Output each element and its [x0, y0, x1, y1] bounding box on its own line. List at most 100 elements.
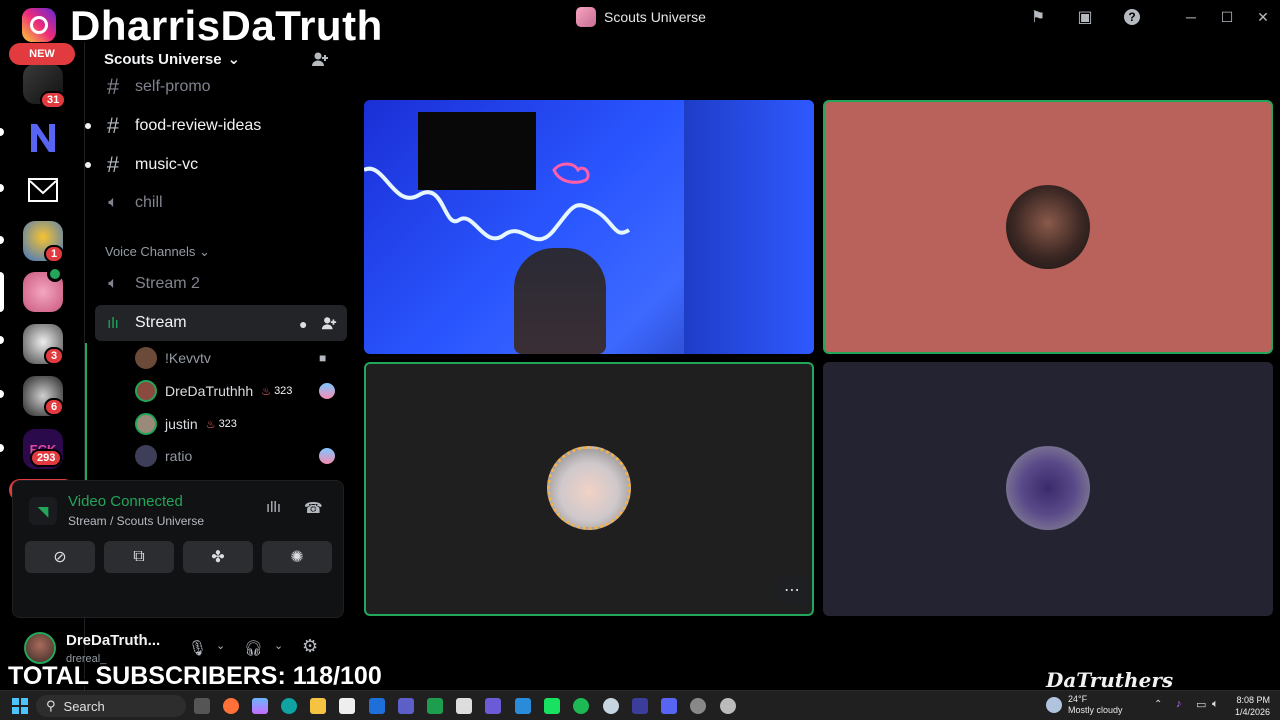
volume-icon[interactable]: 🔈︎ — [1212, 698, 1219, 711]
network-icon[interactable]: ▭ — [1196, 698, 1206, 711]
soundboard-icon: ✺ — [290, 549, 304, 566]
inbox-icon[interactable]: ▣ — [1074, 6, 1096, 28]
brand-watermark: DaTruthers — [1046, 668, 1174, 692]
mention-badge: 293 — [30, 449, 63, 467]
disconnect-icon[interactable]: ☎ — [304, 499, 323, 517]
voice-status[interactable]: Video Connected — [68, 493, 183, 510]
text-channel-icon: # — [106, 152, 120, 177]
server-name-header[interactable]: Scouts Universe ⌄ — [104, 50, 240, 69]
outlook-icon[interactable] — [369, 698, 385, 714]
minimize-button[interactable]: ─ — [1180, 6, 1202, 28]
voice-user-ratio[interactable]: ratio — [135, 442, 192, 470]
app-icon[interactable] — [456, 698, 472, 714]
file-explorer-icon[interactable] — [310, 698, 326, 714]
weather-desc: Mostly cloudy — [1068, 705, 1123, 715]
channel-chill[interactable]: 🔈︎ chill — [103, 187, 163, 219]
edge-icon[interactable] — [281, 698, 297, 714]
tray-chevron-icon[interactable]: ⌃ — [1154, 699, 1162, 710]
help-icon[interactable]: ? — [1121, 6, 1143, 28]
chat-bubble-icon[interactable]: ● — [299, 316, 307, 332]
video-tile-camera[interactable] — [364, 100, 814, 354]
voice-location[interactable]: Stream / Scouts Universe — [68, 514, 204, 528]
streak-count: 323 — [274, 385, 293, 397]
voice-channel-stream-2[interactable]: 🔈︎ Stream 2 — [103, 268, 200, 300]
unread-dot — [85, 123, 91, 129]
settings-gear-icon[interactable]: ⚙ — [302, 636, 318, 657]
chevron-down-icon[interactable]: ⌄ — [274, 639, 283, 652]
clock-time: 8:08 PM — [1236, 695, 1270, 705]
avatar[interactable] — [24, 632, 56, 664]
screen-share-icon: ⧉ — [133, 548, 145, 565]
more-options-button[interactable]: ⋯ — [774, 576, 810, 604]
share-screen-button[interactable]: ⧉ — [104, 541, 174, 573]
toggle-camera-button[interactable]: ⊘ — [25, 541, 95, 573]
settings-icon[interactable] — [690, 698, 706, 714]
app-icon[interactable] — [632, 698, 648, 714]
task-view-icon[interactable] — [194, 698, 210, 714]
headphones-icon[interactable]: 🎧︎ — [244, 639, 263, 657]
channel-music-vc[interactable]: # music-vc — [85, 149, 198, 181]
xbox-icon[interactable] — [427, 698, 443, 714]
channel-self-promo[interactable]: # self-promo — [103, 71, 211, 103]
voice-channel-stream[interactable]: ılı Stream — [103, 307, 186, 339]
unread-indicator — [0, 184, 4, 192]
microphone-icon[interactable]: 🎙︎ — [188, 639, 207, 657]
video-tile-speaking-user[interactable] — [823, 100, 1273, 354]
taskbar-search[interactable]: ⚲ Search — [36, 695, 186, 717]
activities-button[interactable]: ✤ — [183, 541, 253, 573]
avatar — [135, 413, 157, 435]
weather-widget[interactable]: 24°F Mostly cloudy — [1046, 694, 1123, 716]
inbox-flag-icon[interactable]: ⚑ — [1027, 6, 1049, 28]
speaker-icon: 🔈︎ — [108, 275, 118, 292]
flame-icon: ♨ — [261, 385, 272, 398]
cloud-icon — [1046, 697, 1062, 713]
firefox-icon[interactable] — [223, 698, 239, 714]
unread-dot — [85, 162, 91, 168]
close-button[interactable]: ✕ — [1252, 6, 1274, 28]
chevron-down-icon[interactable]: ⌄ — [216, 639, 225, 652]
server-name: Scouts Universe — [104, 50, 222, 68]
streak-badge: ♨ 323 — [206, 418, 237, 431]
mention-badge: 6 — [44, 398, 65, 416]
instagram-logo-icon — [22, 8, 56, 42]
voice-user-dredatruthhh[interactable]: DreDaTruthhh ♨ 323 — [135, 377, 292, 405]
steam-icon[interactable] — [603, 698, 619, 714]
server-icon-n[interactable] — [23, 118, 63, 158]
copilot-icon[interactable] — [252, 698, 268, 714]
voice-user-kevvtv[interactable]: !Kevvtv — [135, 344, 211, 372]
tray-app-icon[interactable]: ♪ — [1176, 698, 1182, 710]
voice-user-justin[interactable]: justin ♨ 323 — [135, 410, 237, 438]
store-icon[interactable] — [339, 698, 355, 714]
app-icon[interactable] — [544, 698, 560, 714]
invite-to-channel-icon[interactable] — [321, 315, 337, 336]
app-icon[interactable] — [485, 698, 501, 714]
activities-icon: ✤ — [211, 549, 225, 566]
server-icon-m[interactable] — [23, 170, 63, 210]
app-icon[interactable] — [720, 698, 736, 714]
streak-count: 323 — [218, 418, 237, 430]
soundboard-button[interactable]: ✺ — [262, 541, 332, 573]
app-icon[interactable] — [515, 698, 531, 714]
maximize-button[interactable]: ☐ — [1216, 6, 1238, 28]
video-tile-user[interactable]: ⋯ — [364, 362, 814, 616]
camera-icon: ■ — [319, 351, 327, 365]
channel-food-review-ideas[interactable]: # food-review-ideas — [85, 110, 262, 142]
clock[interactable]: 8:08 PM 1/4/2026 — [1230, 694, 1270, 718]
start-button[interactable] — [12, 698, 28, 714]
teams-icon[interactable] — [398, 698, 414, 714]
noise-suppression-icon[interactable]: ıllı — [266, 499, 281, 516]
channel-label: food-review-ideas — [135, 117, 262, 134]
invite-people-icon[interactable] — [311, 50, 329, 73]
channel-label: chill — [135, 194, 163, 211]
spotify-icon[interactable] — [573, 698, 589, 714]
video-tile-user-2[interactable] — [823, 362, 1273, 616]
connection-signal-icon[interactable]: ◥ — [29, 497, 57, 525]
voice-channels-category[interactable]: Voice Channels ⌄ — [105, 244, 210, 260]
activity-icon — [319, 383, 335, 399]
user-display-name[interactable]: DreDaTruth... — [66, 632, 160, 649]
discord-icon[interactable] — [661, 698, 677, 714]
text-channel-icon: # — [106, 113, 120, 138]
channel-label: self-promo — [135, 78, 211, 95]
new-servers-badge[interactable]: NEW — [9, 43, 75, 65]
unread-indicator — [0, 128, 4, 136]
